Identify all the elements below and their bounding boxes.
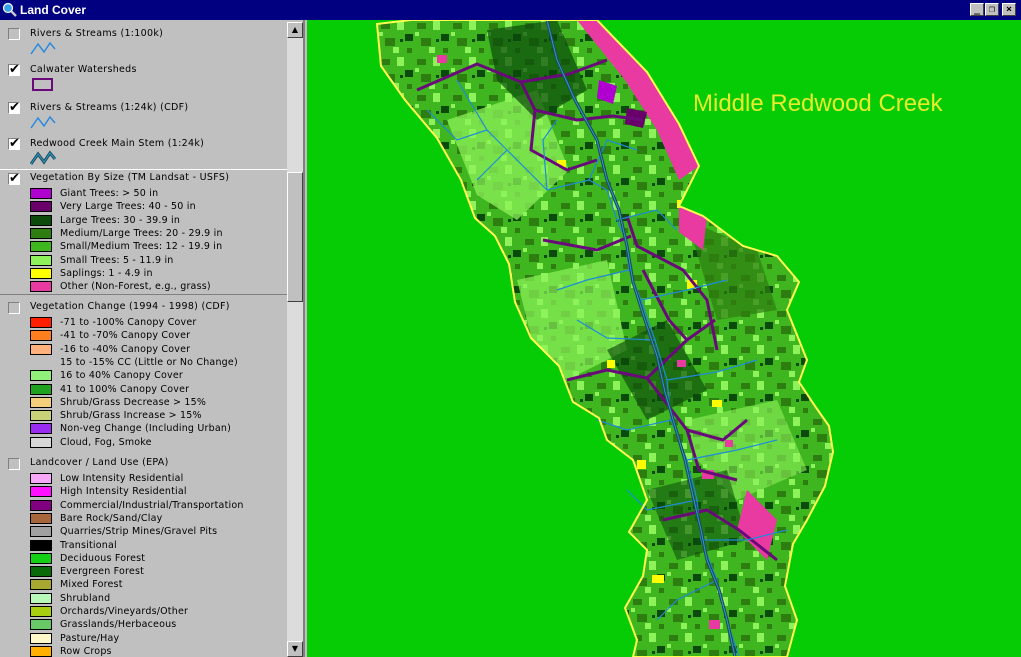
legend-class-label: -71 to -100% Canopy Cover [60, 317, 197, 328]
table-of-contents: Rivers & Streams (1:100k) ✔ Calwater Wat… [0, 20, 305, 657]
close-button[interactable]: × [1002, 3, 1016, 16]
legend-swatch [30, 201, 52, 213]
legend-class-label: 16 to 40% Canopy Cover [60, 370, 183, 382]
legend-swatch [30, 317, 52, 328]
legend-swatch [30, 539, 52, 551]
legend-class-label: 41 to 100% Canopy Cover [60, 383, 190, 395]
theme-visibility-checkbox[interactable]: ✔ [8, 137, 20, 150]
legend-class-label: Small Trees: 5 - 11.9 in [60, 254, 174, 266]
window-title: Land Cover [20, 3, 87, 17]
legend-swatch [30, 486, 52, 498]
window-titlebar: Land Cover _ ❐ × [0, 0, 1021, 20]
theme-visibility-checkbox[interactable] [8, 302, 20, 314]
legend-class-label: Quarries/Strip Mines/Gravel Pits [60, 526, 218, 538]
theme-visibility-checkbox[interactable] [8, 458, 20, 470]
legend-swatch [30, 619, 52, 631]
stream-line-icon [30, 41, 56, 55]
legend-class-label: Small/Medium Trees: 12 - 19.9 in [60, 241, 223, 253]
legend-swatch [30, 370, 52, 382]
legend-swatch [30, 254, 52, 266]
legend-swatch [30, 214, 52, 226]
legend-swatch [30, 499, 52, 511]
legend-class-label: Grasslands/Herbaceous [60, 619, 177, 631]
legend-class-label: High Intensity Residential [60, 486, 187, 498]
legend-swatch [30, 526, 52, 538]
legend-class-label: Transitional [60, 539, 117, 551]
theme-visibility-checkbox[interactable]: ✔ [8, 63, 20, 76]
scroll-up-button[interactable]: ▲ [287, 22, 303, 38]
legend-class-label: Shrub/Grass Increase > 15% [60, 410, 202, 422]
scroll-down-button[interactable]: ▼ [287, 641, 303, 657]
legend-swatch [30, 281, 52, 293]
stream-line-icon [30, 115, 56, 129]
main-stem-line-icon [30, 150, 56, 165]
legend-swatch [30, 606, 52, 617]
theme-name: Calwater Watersheds [30, 64, 137, 75]
legend-swatch [30, 343, 52, 355]
legend-swatch [30, 552, 52, 564]
legend-class-label: Other (Non-Forest, e.g., grass) [60, 281, 211, 293]
legend-swatch [30, 410, 52, 422]
legend-swatch [30, 396, 52, 408]
legend-swatch [30, 645, 52, 657]
legend-class-label: Low Intensity Residential [60, 473, 184, 484]
legend-class-label: Large Trees: 30 - 39.9 in [60, 214, 181, 226]
legend-class-label: Pasture/Hay [60, 632, 120, 644]
legend-swatch [30, 632, 52, 644]
scroll-thumb[interactable] [287, 172, 303, 302]
legend-swatch [30, 330, 52, 342]
legend-class-label: Bare Rock/Sand/Clay [60, 512, 163, 524]
map-area-label: Middle Redwood Creek [693, 90, 943, 117]
theme-name: Redwood Creek Main Stem (1:24k) [30, 138, 205, 149]
legend-class-label: Shrub/Grass Decrease > 15% [60, 396, 207, 408]
theme-name: Landcover / Land Use (EPA) [30, 457, 169, 468]
legend-class-label: Row Crops [60, 645, 112, 657]
theme-visibility-checkbox[interactable]: ✔ [8, 172, 20, 185]
legend-swatch [30, 436, 52, 448]
map-view[interactable]: Middle Redwood Creek [307, 20, 1021, 657]
theme-visibility-checkbox[interactable] [8, 28, 20, 40]
legend-swatch [30, 592, 52, 604]
legend-class-label: Very Large Trees: 40 - 50 in [60, 201, 196, 213]
legend-swatch [30, 423, 52, 435]
legend-class-label: Evergreen Forest [60, 566, 145, 578]
legend-swatch [30, 473, 52, 484]
legend-swatch [30, 241, 52, 253]
legend-class-label: Orchards/Vineyards/Other [60, 606, 189, 617]
legend-class-label: Non-veg Change (Including Urban) [60, 423, 232, 435]
legend-swatch [30, 512, 52, 524]
legend-swatch [30, 566, 52, 578]
legend-swatch [30, 227, 52, 239]
theme-name: Rivers & Streams (1:24k) (CDF) [30, 102, 189, 113]
legend-class-label: Mixed Forest [60, 579, 123, 591]
restore-button[interactable]: ❐ [985, 3, 999, 16]
legend-class-label: Cloud, Fog, Smoke [60, 436, 152, 448]
legend-class-label: Commercial/Industrial/Transportation [60, 499, 244, 511]
legend-swatch [30, 579, 52, 591]
theme-name: Vegetation By Size (TM Landsat - USFS) [30, 172, 230, 183]
legend-class-label: 15 to -15% CC (Little or No Change) [60, 356, 238, 368]
legend-class-label: Giant Trees: > 50 in [60, 188, 159, 199]
magnifier-globe-icon [2, 2, 17, 17]
legend-swatch [30, 383, 52, 395]
legend-class-label: Deciduous Forest [60, 552, 146, 564]
watershed-polygon-icon [32, 78, 53, 91]
legend-swatch [30, 188, 52, 199]
legend-class-label: Shrubland [60, 592, 111, 604]
legend-class-label: Medium/Large Trees: 20 - 29.9 in [60, 227, 223, 239]
minimize-button[interactable]: _ [970, 3, 984, 16]
theme-visibility-checkbox[interactable]: ✔ [8, 101, 20, 114]
theme-name: Rivers & Streams (1:100k) [30, 28, 164, 39]
legend-class-label: -41 to -70% Canopy Cover [60, 330, 191, 342]
legend-scrollbar[interactable]: ▲ ▼ [287, 22, 303, 657]
legend-class-label: Saplings: 1 - 4.9 in [60, 267, 153, 279]
legend-class-label: -16 to -40% Canopy Cover [60, 343, 191, 355]
theme-name: Vegetation Change (1994 - 1998) (CDF) [30, 301, 230, 312]
legend-swatch [30, 267, 52, 279]
